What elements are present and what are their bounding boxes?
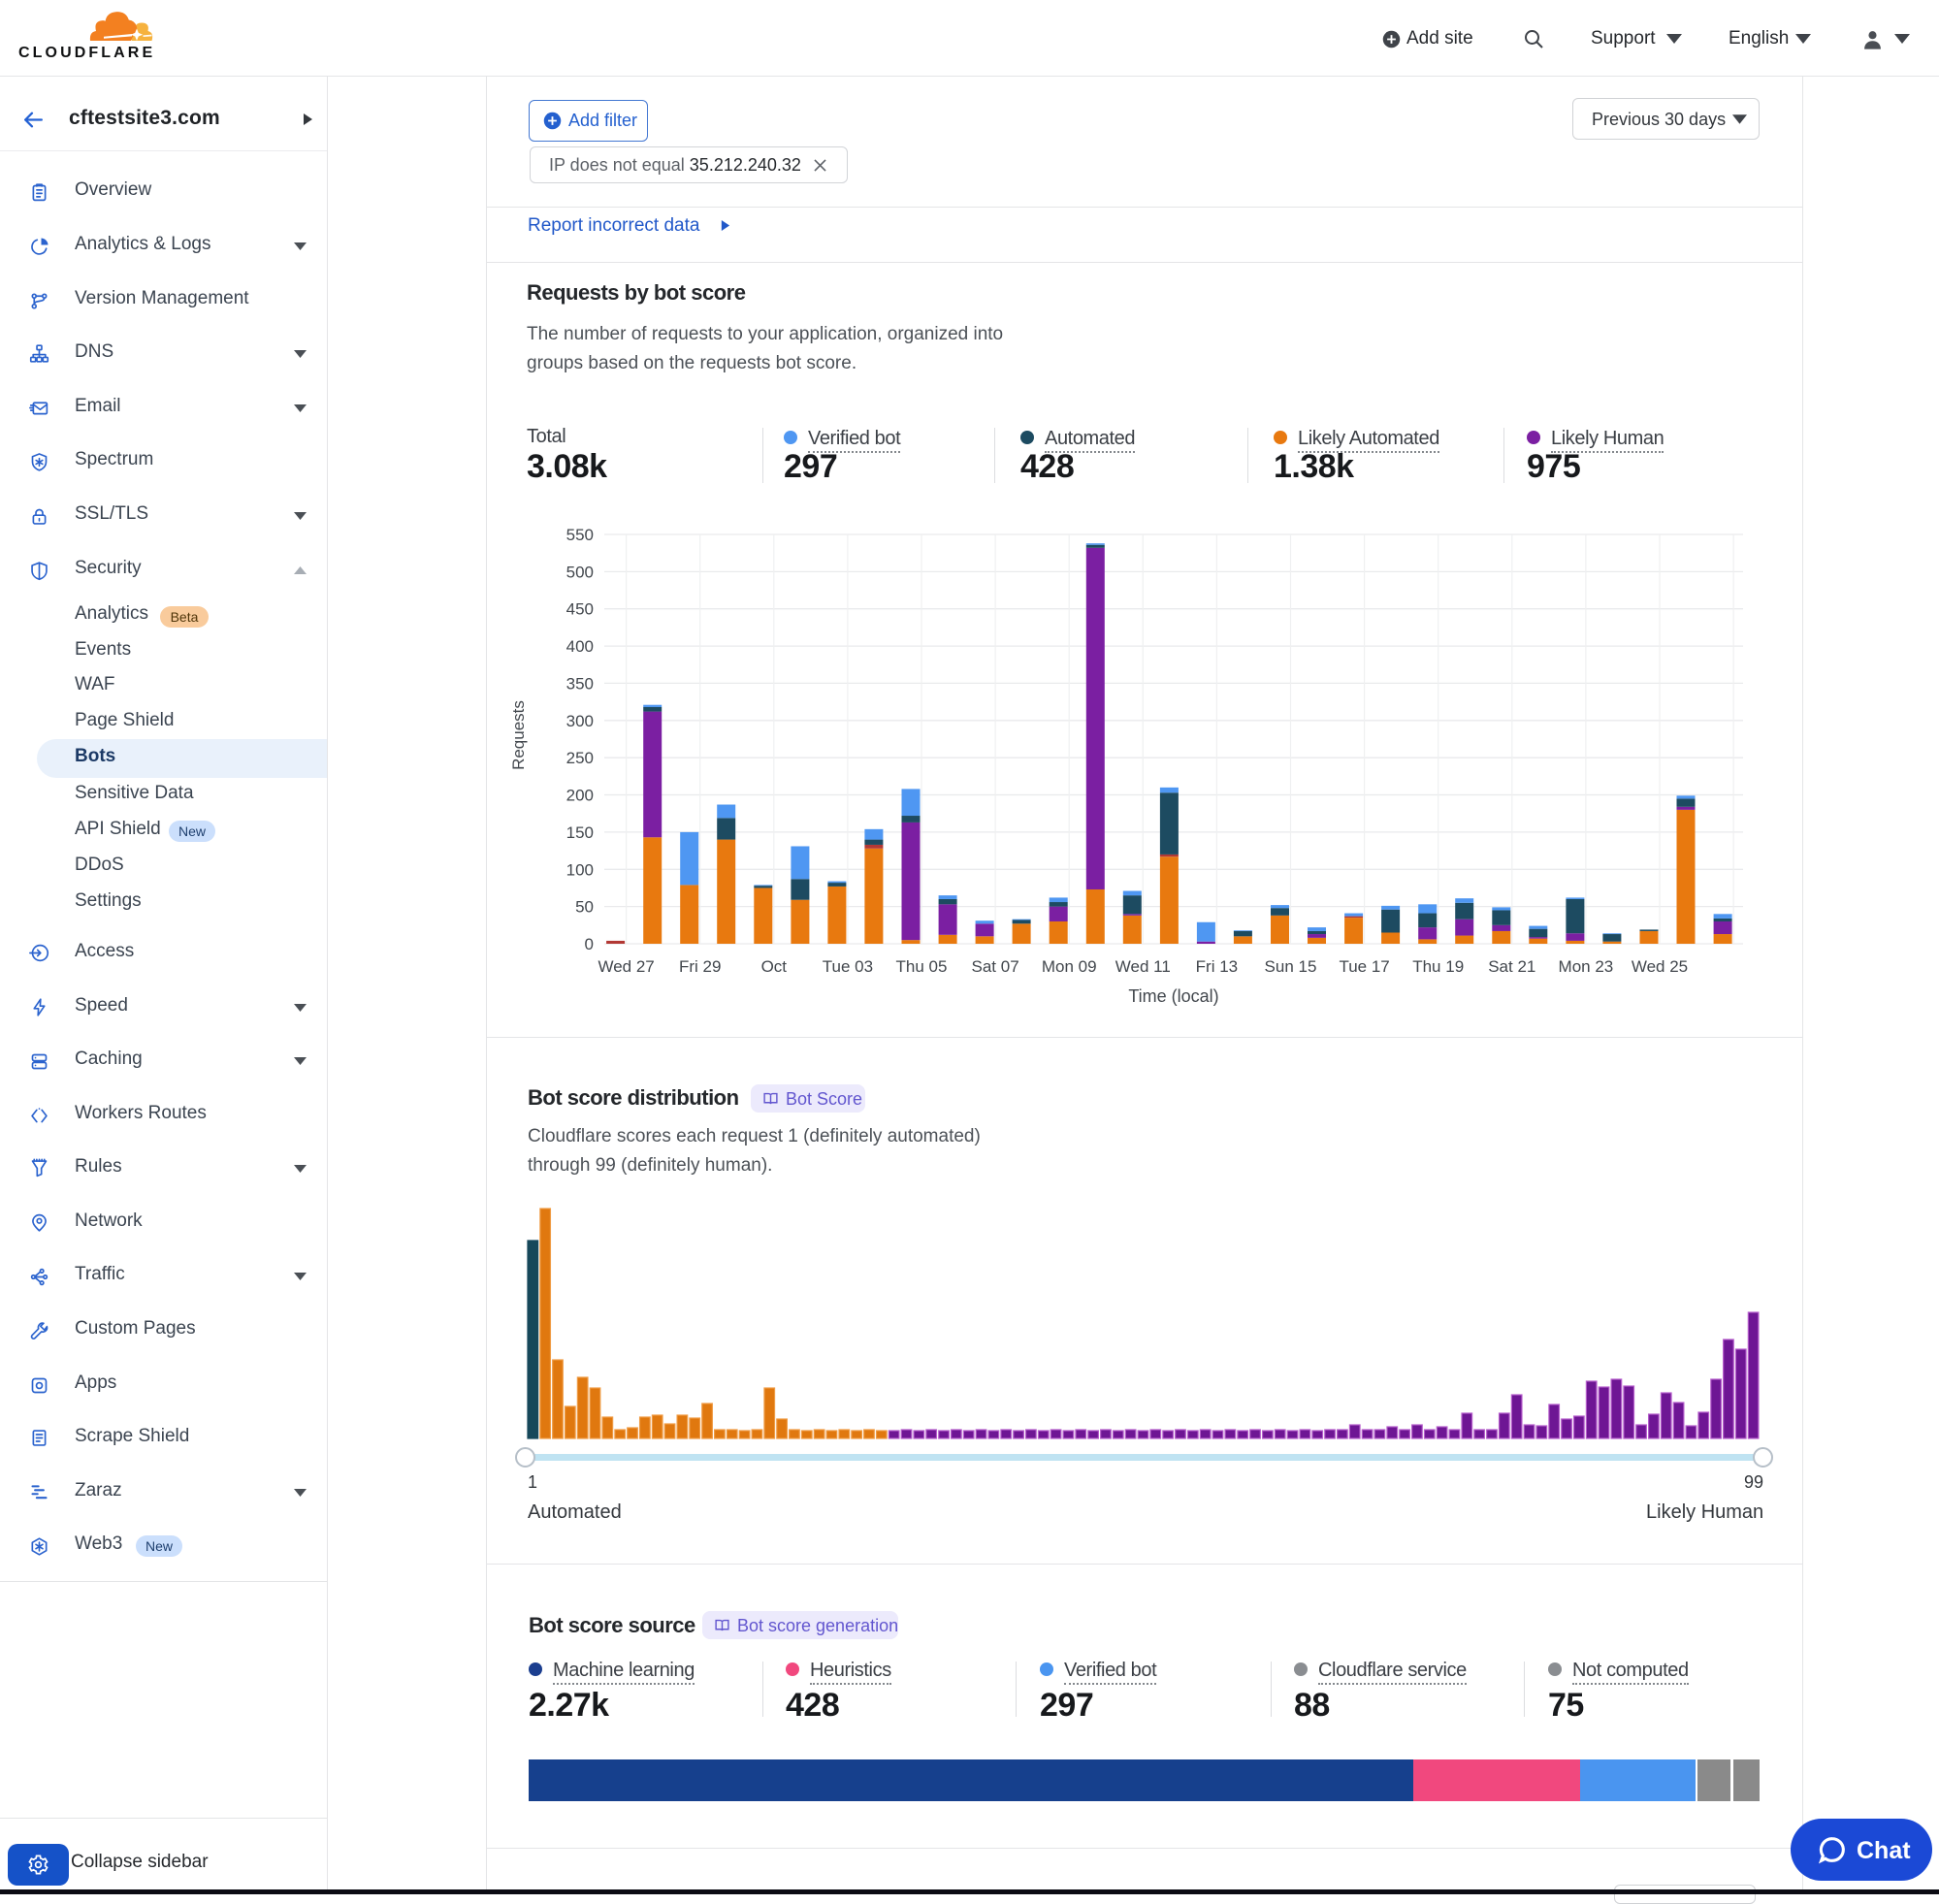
svg-text:Thu 19: Thu 19 xyxy=(1412,957,1464,976)
svg-text:Wed 27: Wed 27 xyxy=(598,957,654,976)
svg-text:150: 150 xyxy=(566,823,594,842)
svg-text:Requests: Requests xyxy=(509,700,528,770)
svg-text:Mon 23: Mon 23 xyxy=(1559,957,1614,976)
svg-text:Time (local): Time (local) xyxy=(1128,986,1218,1006)
svg-text:Fri 29: Fri 29 xyxy=(679,957,721,976)
svg-text:50: 50 xyxy=(575,898,594,917)
svg-text:Tue 17: Tue 17 xyxy=(1339,957,1389,976)
svg-text:550: 550 xyxy=(566,526,594,544)
svg-text:450: 450 xyxy=(566,600,594,619)
svg-text:Fri 13: Fri 13 xyxy=(1196,957,1238,976)
svg-text:350: 350 xyxy=(566,674,594,693)
svg-text:200: 200 xyxy=(566,787,594,805)
svg-text:Oct: Oct xyxy=(761,957,788,976)
svg-text:Sun 15: Sun 15 xyxy=(1265,957,1317,976)
svg-text:400: 400 xyxy=(566,637,594,656)
svg-text:Sat 21: Sat 21 xyxy=(1488,957,1535,976)
svg-text:Wed 11: Wed 11 xyxy=(1115,957,1171,976)
svg-text:Mon 09: Mon 09 xyxy=(1042,957,1097,976)
svg-text:500: 500 xyxy=(566,563,594,581)
svg-text:Thu 05: Thu 05 xyxy=(896,957,948,976)
svg-text:100: 100 xyxy=(566,860,594,879)
svg-text:300: 300 xyxy=(566,712,594,730)
svg-text:Tue 03: Tue 03 xyxy=(823,957,873,976)
svg-text:0: 0 xyxy=(585,935,594,953)
svg-text:Wed 25: Wed 25 xyxy=(1632,957,1688,976)
svg-text:250: 250 xyxy=(566,749,594,767)
svg-text:Sat 07: Sat 07 xyxy=(972,957,1019,976)
